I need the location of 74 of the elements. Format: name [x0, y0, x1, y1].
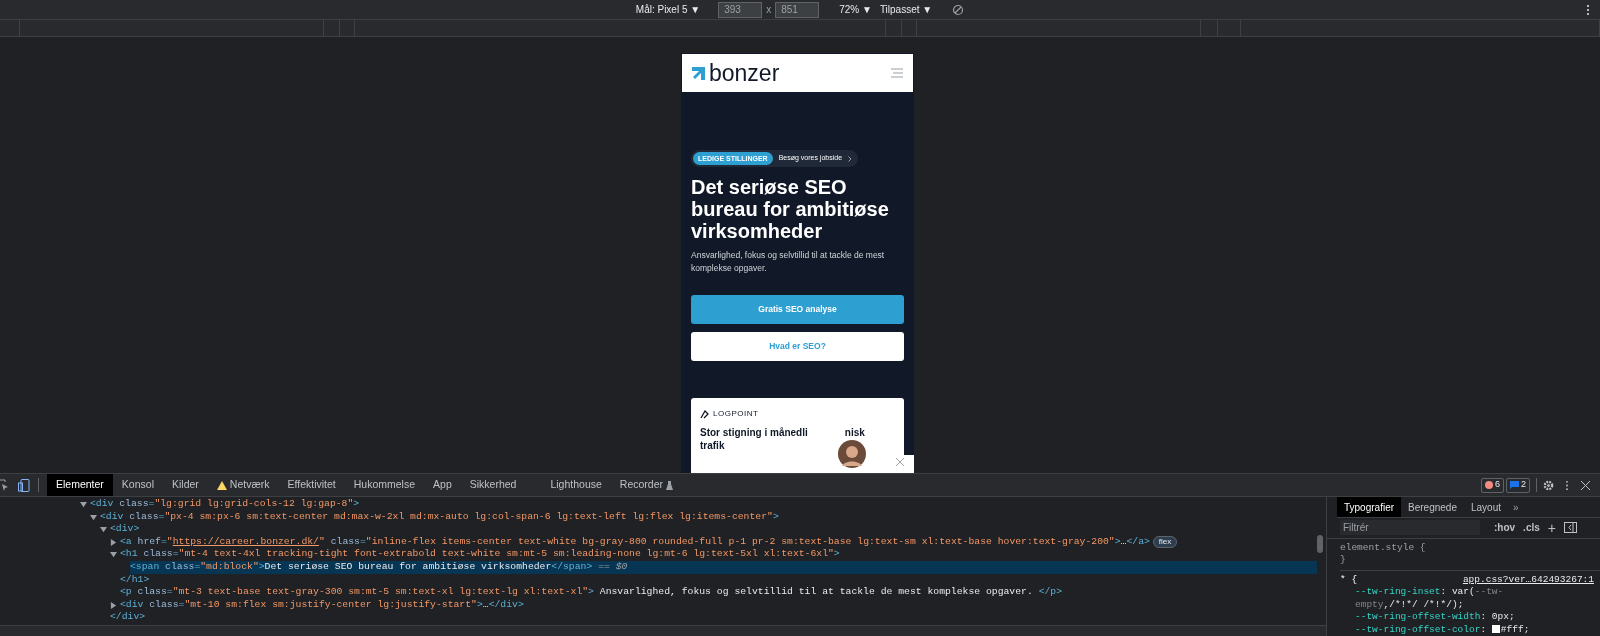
code-line[interactable]: <div class="lg:grid lg:grid-cols-12 lg:gap-8">: [90, 498, 360, 511]
code-line[interactable]: <div>: [110, 523, 140, 536]
chat-avatar-toast[interactable]: [838, 440, 866, 468]
devtools-tab[interactable]: Konsol: [112, 474, 163, 496]
devtools-tab[interactable]: App: [424, 474, 461, 496]
hero-heading: Det seriøse SEO bureau for ambitiøse virksomheder: [691, 176, 890, 242]
card-title: Stor stigning i månedli: [700, 426, 808, 439]
message-count[interactable]: 2: [1506, 477, 1530, 493]
expanded-arrow-icon[interactable]: [80, 501, 87, 508]
logo-icon: [692, 66, 705, 80]
device-dropdown[interactable]: Mål: Pixel 5 ▼: [635, 2, 701, 17]
throttle-dropdown[interactable]: Tilpasset ▼: [879, 2, 933, 17]
styles-tab[interactable]: Beregnede: [1401, 497, 1464, 518]
devtools-tab[interactable]: Effektivitet: [278, 474, 345, 496]
devtools-tab[interactable]: Netværk: [207, 474, 279, 496]
flex-badge[interactable]: flex: [1152, 536, 1178, 549]
devtools-tab[interactable]: Recorder: [610, 474, 682, 496]
css-rule-line: }: [1340, 554, 1347, 567]
color-swatch[interactable]: [1491, 624, 1500, 633]
scrollbar[interactable]: [1317, 535, 1323, 553]
stylesheet-link[interactable]: app.css?ver…642493267:1: [1462, 573, 1594, 586]
rotate-icon[interactable]: [952, 3, 965, 16]
zoom-dropdown[interactable]: 72% ▼: [839, 2, 872, 17]
width-field[interactable]: 393: [718, 1, 763, 18]
message-icon: [1510, 481, 1519, 489]
code-line[interactable]: </h1>: [120, 573, 150, 587]
styles-tab[interactable]: Layout: [1463, 497, 1508, 518]
cls-button[interactable]: .cls: [1523, 520, 1540, 536]
code-line[interactable]: <div class="px-4 sm:px-6 sm:text-center md:max-w-2xl md:mx-auto lg:col-span-6 lg:text-left lg:flex lg:items-center">: [100, 510, 779, 524]
chevron-right-icon: [848, 155, 853, 162]
css-declaration[interactable]: --tw-ring-offset-width: 0px;: [1340, 611, 1594, 624]
more-tabs-button[interactable]: »: [1508, 499, 1524, 515]
card-title: trafik: [700, 440, 725, 451]
css-selector: * {: [1340, 573, 1358, 586]
css-declaration[interactable]: --tw-ring-offset-color: #fff;: [1340, 623, 1594, 636]
filter-field[interactable]: Filtrér: [1340, 520, 1480, 536]
add-rule-button[interactable]: +: [1547, 520, 1556, 535]
brand-name: LOGPOINT: [713, 408, 759, 420]
hov-button[interactable]: :hov: [1494, 520, 1516, 536]
brand-icon: [700, 409, 710, 419]
height-field[interactable]: 851: [775, 1, 820, 18]
sidebar-toggle-icon[interactable]: [1564, 522, 1577, 534]
inspect-icon[interactable]: [0, 479, 9, 491]
devtools-tab[interactable]: Hukommelse: [344, 474, 425, 496]
site-logo[interactable]: bonzer: [709, 60, 780, 86]
expanded-arrow-icon[interactable]: [110, 551, 117, 559]
more-icon[interactable]: [1586, 4, 1590, 16]
settings-icon[interactable]: [1543, 479, 1554, 491]
device-toggle-icon[interactable]: [18, 478, 30, 492]
collapsed-arrow-icon[interactable]: [110, 538, 117, 546]
error-count[interactable]: 6: [1480, 477, 1504, 493]
card-title: nisk: [844, 426, 865, 439]
styles-tab[interactable]: Typografier: [1337, 497, 1402, 518]
flask-icon: [666, 480, 673, 490]
times-sign: x: [766, 3, 772, 17]
warning-icon: [216, 480, 227, 490]
devtools-tab[interactable]: Elementer: [47, 474, 113, 496]
expanded-arrow-icon[interactable]: [100, 526, 107, 534]
css-declaration[interactable]: --tw-ring-inset: var(--tw-empty,/*!*/ /*!*/);: [1340, 586, 1594, 611]
code-line[interactable]: </div>: [110, 611, 146, 624]
code-line[interactable]: <a href="https://career.bonzer.dk/" class="inline-flex items-center text-white bg-gray-800 rounded-full p-1 pr-2 sm:text-base lg:text-sm xl:text-base hover:text-gray-200">…</a>: [120, 535, 1150, 549]
code-line[interactable]: <p class="mt-3 text-base text-gray-300 sm:mt-5 sm:text-xl lg:text-lg xl:text-xl"> Ansvarlighed, fokus og selvtillid til at tackle de mest komplekse opgaver. </p>: [120, 586, 1063, 599]
code-line[interactable]: <h1 class="mt-4 text-4xl tracking-tight font-extrabold text-white sm:mt-5 sm:leading-none lg:mt-6 lg:text-5xl xl:text-6xl">: [120, 548, 840, 561]
devtools-tab[interactable]: Kilder: [162, 474, 208, 496]
collapsed-arrow-icon[interactable]: [110, 601, 117, 609]
more-icon[interactable]: [1565, 479, 1569, 491]
devtools-tab[interactable]: Sikkerhed: [460, 474, 526, 496]
close-icon[interactable]: [1581, 480, 1590, 490]
error-icon: [1484, 481, 1493, 489]
hero-text: Ansvarlighed, fokus og selvtillid til at tackle de mest komplekse opgaver.: [691, 249, 886, 275]
expanded-arrow-icon[interactable]: [90, 513, 97, 521]
code-line[interactable]: <div class="mt-10 sm:flex sm:justify-center lg:justify-start">…</div>: [120, 598, 524, 612]
devtools-tab[interactable]: Lighthouse: [541, 474, 611, 496]
css-rule-line: element.style {: [1340, 541, 1427, 554]
